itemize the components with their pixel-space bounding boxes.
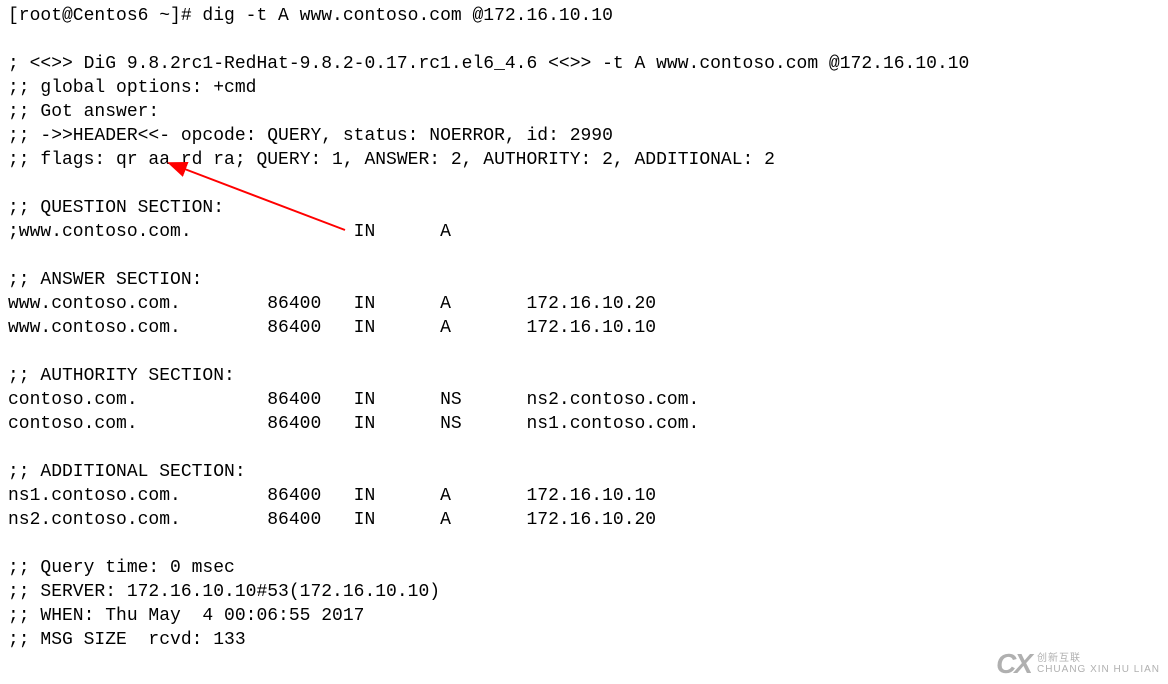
dig-banner: ; <<>> DiG 9.8.2rc1-RedHat-9.8.2-0.17.rc… [8,54,969,74]
watermark-text-en: CHUANG XIN HU LIAN [1037,664,1160,675]
terminal-output: [root@Centos6 ~]# dig -t A www.contoso.c… [0,0,1168,656]
additional-row: ns1.contoso.com. 86400 IN A 172.16.10.10 [8,486,656,506]
header-line: ;; ->>HEADER<<- opcode: QUERY, status: N… [8,126,613,146]
additional-row: ns2.contoso.com. 86400 IN A 172.16.10.20 [8,510,656,530]
prompt-line: [root@Centos6 ~]# dig -t A www.contoso.c… [8,6,613,26]
got-answer: ;; Got answer: [8,102,159,122]
watermark-text-cn: 创新互联 [1037,653,1160,664]
authority-row: contoso.com. 86400 IN NS ns1.contoso.com… [8,414,699,434]
when-line: ;; WHEN: Thu May 4 00:06:55 2017 [8,606,364,626]
msg-size: ;; MSG SIZE rcvd: 133 [8,630,246,650]
watermark-logo: CX [996,652,1031,676]
server-line: ;; SERVER: 172.16.10.10#53(172.16.10.10) [8,582,440,602]
flags-line: ;; flags: qr aa rd ra; QUERY: 1, ANSWER:… [8,150,775,170]
watermark: CX 创新互联 CHUANG XIN HU LIAN [996,652,1160,676]
authority-row: contoso.com. 86400 IN NS ns2.contoso.com… [8,390,699,410]
global-options: ;; global options: +cmd [8,78,256,98]
query-time: ;; Query time: 0 msec [8,558,235,578]
answer-row: www.contoso.com. 86400 IN A 172.16.10.20 [8,294,656,314]
answer-row: www.contoso.com. 86400 IN A 172.16.10.10 [8,318,656,338]
question-row: ;www.contoso.com. IN A [8,222,451,242]
answer-section-header: ;; ANSWER SECTION: [8,270,202,290]
question-section-header: ;; QUESTION SECTION: [8,198,224,218]
additional-section-header: ;; ADDITIONAL SECTION: [8,462,246,482]
authority-section-header: ;; AUTHORITY SECTION: [8,366,235,386]
